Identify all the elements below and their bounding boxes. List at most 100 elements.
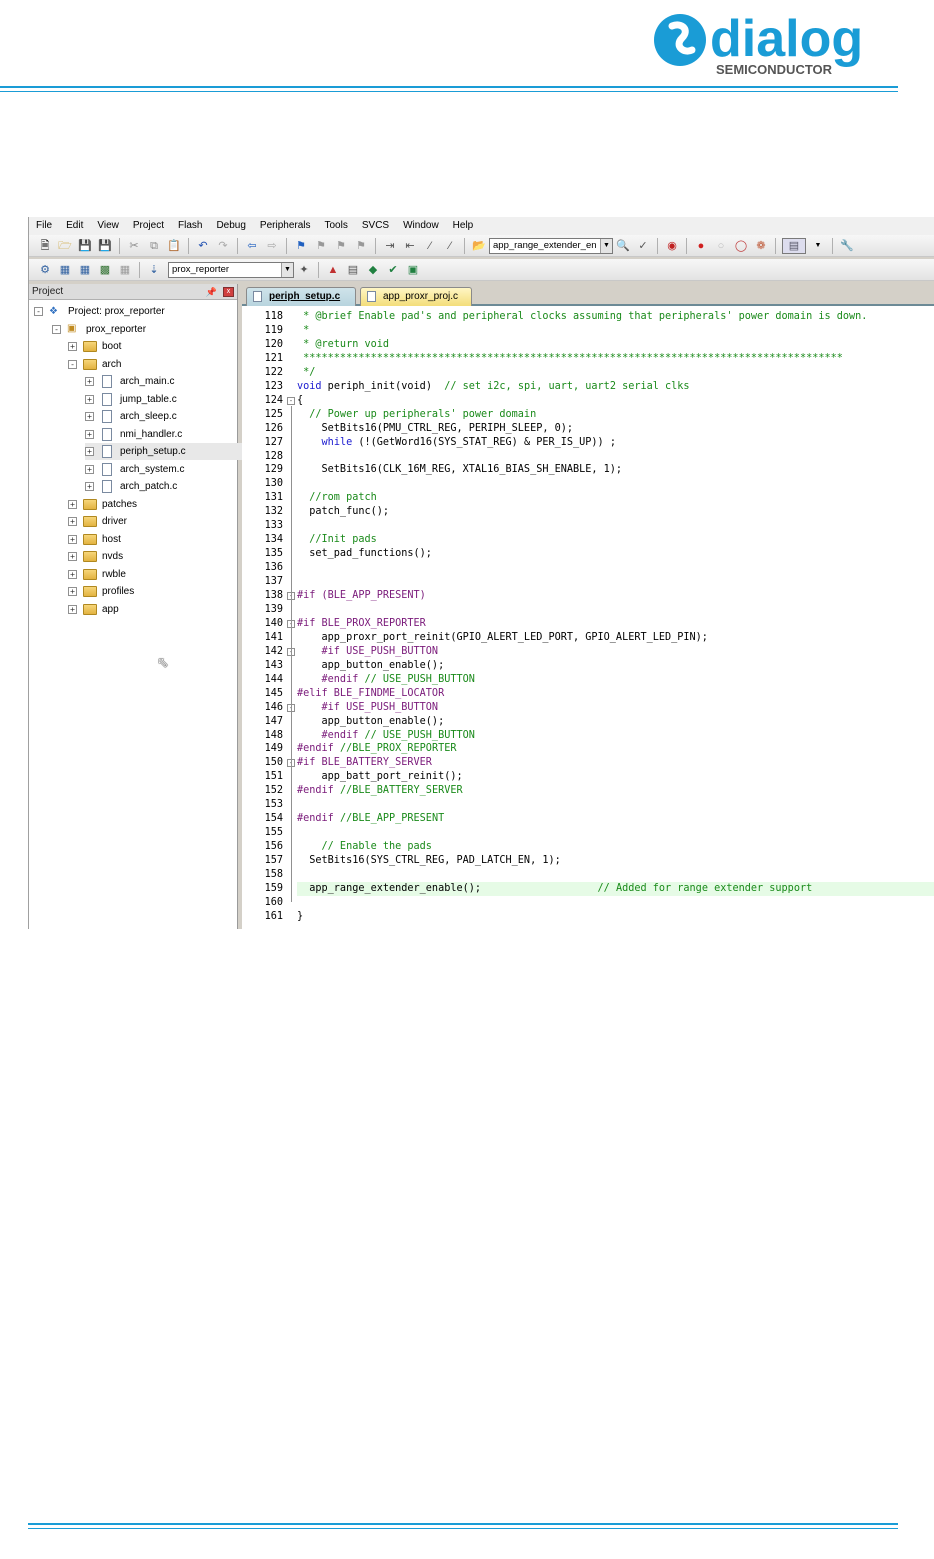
tree-item-host[interactable]: + host	[68, 531, 121, 548]
download-icon[interactable]: ⇣	[146, 262, 162, 278]
window-layout-icon[interactable]: ▤	[782, 237, 806, 254]
target-options-icon[interactable]: ✦	[296, 262, 312, 278]
menu-help[interactable]: Help	[446, 217, 481, 235]
menu-debug[interactable]: Debug	[209, 217, 252, 235]
stop-build-icon[interactable]: ▦	[117, 262, 133, 278]
menu-svcs[interactable]: SVCS	[355, 217, 396, 235]
chevron-down-icon[interactable]: ▼	[600, 238, 612, 253]
bookmark-icon[interactable]: ⚑	[293, 238, 309, 254]
unindent-icon[interactable]: ⇤	[402, 238, 418, 254]
indent-icon[interactable]: ⇥	[382, 238, 398, 254]
save-all-icon[interactable]: 💾	[97, 238, 113, 254]
find-combo[interactable]: app_range_extender_en ▼	[489, 237, 613, 254]
expand-icon[interactable]: +	[85, 429, 94, 439]
disable-all-breakpoints-icon[interactable]: ◯	[733, 238, 749, 254]
prev-bookmark-icon[interactable]: ⚑	[313, 238, 329, 254]
nav-back-icon[interactable]: ⇦	[244, 238, 260, 254]
menu-file[interactable]: File	[29, 217, 59, 235]
expand-icon[interactable]: +	[68, 499, 77, 509]
tree-item-patches[interactable]: + patches	[68, 496, 137, 513]
tree-item-project-prox-reporter[interactable]: - ❖ Project: prox_reporter	[34, 303, 165, 320]
breakpoint-icon[interactable]: ●	[693, 238, 709, 254]
tree-item-arch-patch-c[interactable]: + arch_patch.c	[85, 478, 177, 495]
expand-icon[interactable]: +	[68, 342, 77, 351]
expand-icon[interactable]: +	[85, 482, 94, 491]
menu-peripherals[interactable]: Peripherals	[253, 217, 318, 235]
collapse-icon[interactable]: -	[68, 359, 77, 369]
redo-icon[interactable]: ↷	[215, 238, 231, 254]
menu-window[interactable]: Window	[396, 217, 446, 235]
clear-bookmarks-icon[interactable]: ⚑	[353, 238, 369, 254]
target-combo[interactable]: prox_reporter ▼	[168, 261, 294, 278]
manage-rte-icon[interactable]: ◆	[365, 262, 381, 278]
expand-icon[interactable]: +	[68, 587, 77, 596]
tree-item-profiles[interactable]: + profiles	[68, 583, 134, 600]
incremental-find-icon[interactable]: ✓	[635, 238, 651, 254]
build-icon[interactable]: ▦	[57, 262, 73, 278]
debug-session-icon[interactable]: ◉	[664, 238, 680, 254]
tree-item-arch-sleep-c[interactable]: + arch_sleep.c	[85, 408, 177, 425]
expand-icon[interactable]: +	[85, 394, 94, 404]
cut-icon[interactable]: ✂	[126, 238, 142, 254]
menu-tools[interactable]: Tools	[318, 217, 355, 235]
translate-icon[interactable]: ⚙	[37, 262, 53, 278]
comment-icon[interactable]: ⁄	[422, 238, 438, 254]
nav-forward-icon[interactable]: ⇨	[264, 238, 280, 254]
expand-icon[interactable]: +	[68, 534, 77, 544]
close-icon[interactable]: x	[223, 287, 234, 297]
batch-build-icon[interactable]: ▩	[97, 262, 113, 278]
configure-icon[interactable]: 🔧	[839, 238, 855, 254]
toolbar-separator	[119, 237, 120, 254]
new-file-icon[interactable]: 🗎	[37, 238, 53, 254]
tab-app-proxr-proj[interactable]: app_proxr_proj.c	[360, 287, 472, 306]
tree-item-nmi-handler-c[interactable]: + nmi_handler.c	[85, 426, 182, 443]
disable-breakpoint-icon[interactable]: ○	[713, 238, 729, 254]
tree-item-arch-main-c[interactable]: + arch_main.c	[85, 373, 174, 390]
chevron-down-icon[interactable]: ▼	[810, 238, 826, 254]
tree-item-prox-reporter[interactable]: - ▣ prox_reporter	[52, 321, 146, 338]
menu-view[interactable]: View	[90, 217, 126, 235]
pack-installer-icon[interactable]: ▣	[405, 262, 421, 278]
expand-icon[interactable]: +	[68, 569, 77, 579]
expand-icon[interactable]: +	[85, 464, 94, 474]
expand-icon[interactable]: +	[85, 377, 94, 386]
uncomment-icon[interactable]: ⁄	[442, 238, 458, 254]
tree-item-driver[interactable]: + driver	[68, 513, 127, 530]
expand-icon[interactable]: +	[68, 604, 77, 614]
select-packs-icon[interactable]: ✔	[385, 262, 401, 278]
tree-item-boot[interactable]: + boot	[68, 338, 121, 355]
kill-breakpoints-icon[interactable]: ❁	[753, 238, 769, 254]
expand-icon[interactable]: +	[68, 517, 77, 526]
copy-icon[interactable]: ⧉	[146, 238, 162, 254]
pin-icon[interactable]: 📌	[206, 284, 217, 300]
menu-flash[interactable]: Flash	[171, 217, 209, 235]
tab-periph-setup[interactable]: periph_setup.c	[246, 287, 356, 306]
code-text-area[interactable]: * @brief Enable pad's and peripheral clo…	[297, 308, 934, 929]
expand-icon[interactable]: +	[85, 447, 94, 456]
find-icon[interactable]: 🔍	[615, 238, 631, 254]
tree-item-arch[interactable]: - arch	[68, 356, 121, 373]
manage-components-icon[interactable]: ▲	[325, 262, 341, 278]
tree-item-rwble[interactable]: + rwble	[68, 566, 126, 583]
collapse-icon[interactable]: -	[34, 307, 43, 316]
chevron-down-icon[interactable]: ▼	[281, 262, 293, 277]
save-icon[interactable]: 💾	[77, 238, 93, 254]
expand-icon[interactable]: +	[68, 552, 77, 561]
tree-item-jump-table-c[interactable]: + jump_table.c	[85, 391, 177, 408]
tree-item-arch-system-c[interactable]: + arch_system.c	[85, 461, 184, 478]
tree-item-app[interactable]: + app	[68, 601, 119, 618]
undo-icon[interactable]: ↶	[195, 238, 211, 254]
rebuild-icon[interactable]: ▦	[77, 262, 93, 278]
next-bookmark-icon[interactable]: ⚑	[333, 238, 349, 254]
collapse-icon[interactable]: -	[52, 324, 61, 334]
file-extensions-icon[interactable]: ▤	[345, 262, 361, 278]
folder-icon	[83, 586, 97, 597]
tree-item-nvds[interactable]: + nvds	[68, 548, 123, 565]
menu-edit[interactable]: Edit	[59, 217, 90, 235]
paste-icon[interactable]: 📋	[166, 238, 182, 254]
find-in-files-icon[interactable]: 📂	[471, 238, 487, 254]
fold-toggle-icon[interactable]: -	[287, 396, 295, 405]
open-folder-icon[interactable]: 🗁	[57, 238, 73, 254]
menu-project[interactable]: Project	[126, 217, 171, 235]
expand-icon[interactable]: +	[85, 412, 94, 421]
